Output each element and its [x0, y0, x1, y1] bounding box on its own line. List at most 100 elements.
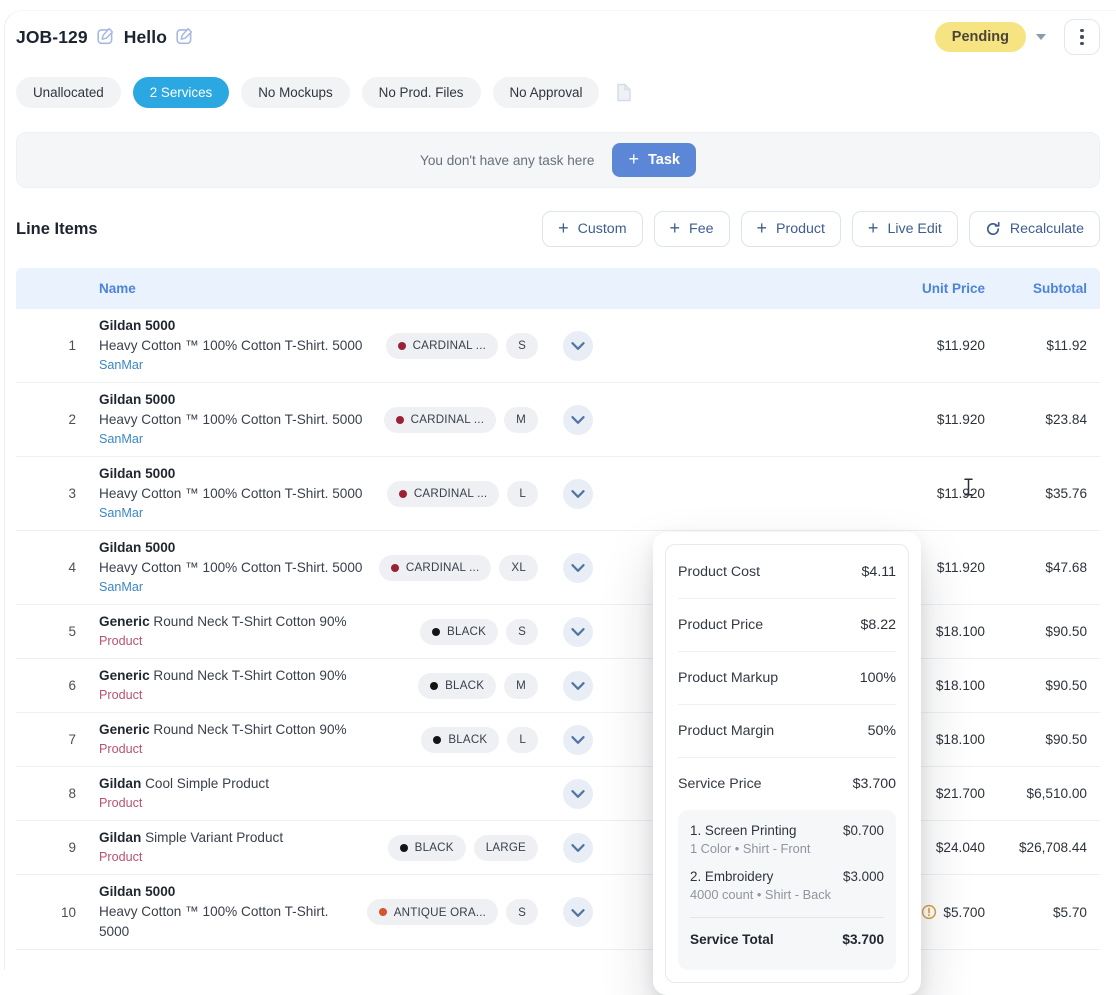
vendor-link[interactable]: SanMar: [99, 578, 371, 597]
status-badge[interactable]: Pending: [935, 22, 1026, 52]
expand-row-button[interactable]: [563, 671, 593, 701]
add-task-button[interactable]: + Task: [612, 143, 696, 177]
action-label: Fee: [689, 221, 713, 237]
vendor-link[interactable]: SanMar: [99, 504, 379, 523]
more-actions-button[interactable]: [1064, 19, 1100, 55]
size-chip: LARGE: [474, 835, 538, 861]
product-name-cell: Gildan Simple Variant Product Product: [99, 828, 388, 867]
subtotal-value: $90.50: [1045, 678, 1100, 693]
line-items-actions: +Custom+Fee+Product+Live EditRecalculate: [542, 211, 1100, 247]
action-label: Recalculate: [1010, 221, 1084, 237]
expand-row-button[interactable]: [563, 897, 593, 927]
filter-chip-no-prod-files[interactable]: No Prod. Files: [362, 77, 481, 108]
filter-chip-no-mockups[interactable]: No Mockups: [241, 77, 349, 108]
stat-label: Service Price: [678, 776, 762, 792]
size-chip: XL: [499, 555, 538, 581]
product-title: Round Neck T-Shirt Cotton 90%: [153, 614, 346, 629]
add-task-label: Task: [648, 152, 680, 168]
vendor-link[interactable]: Product: [99, 740, 413, 759]
line-item-row: 5 Generic Round Neck T-Shirt Cotton 90% …: [16, 605, 1100, 659]
vendor-link[interactable]: Product: [99, 848, 380, 867]
product-brand: Generic: [99, 722, 150, 737]
expand-row-button[interactable]: [563, 725, 593, 755]
services-breakdown-box: 1. Screen Printing$0.7001 Color • Shirt …: [678, 810, 896, 970]
vendor-link[interactable]: Product: [99, 632, 412, 651]
plus-icon: +: [757, 219, 768, 237]
vendor-link[interactable]: SanMar: [99, 430, 376, 449]
color-dot: [391, 564, 399, 572]
column-header-subtotal: Subtotal: [1033, 281, 1100, 296]
subtotal-value: $90.50: [1045, 624, 1100, 639]
service-description: 4000 count • Shirt - Back: [690, 887, 884, 902]
edit-job-title-button[interactable]: [176, 27, 194, 48]
status-caret-icon[interactable]: [1036, 34, 1046, 40]
product-description: Heavy Cotton ™ 100% Cotton T-Shirt. 5000: [99, 336, 378, 356]
color-dot: [398, 342, 406, 350]
add-custom-button[interactable]: +Custom: [542, 211, 642, 247]
line-items-table: Name Unit Price Subtotal 1 Gildan 5000 H…: [16, 268, 1100, 950]
product-name-cell: Gildan 5000 Heavy Cotton ™ 100% Cotton T…: [99, 464, 387, 523]
size-chip: S: [506, 899, 538, 925]
expand-row-button[interactable]: [563, 331, 593, 361]
line-item-row: 2 Gildan 5000 Heavy Cotton ™ 100% Cotton…: [16, 383, 1100, 457]
line-item-row: 10 Gildan 5000 Heavy Cotton ™ 100% Cotto…: [16, 875, 1100, 950]
chevron-down-icon: [571, 905, 585, 920]
stat-row-product-cost: Product Cost $4.11: [678, 545, 896, 598]
expand-row-button[interactable]: [563, 553, 593, 583]
action-label: Custom: [578, 221, 627, 237]
stat-row-product-price: Product Price$8.22: [678, 598, 896, 651]
unit-price-value: $21.700: [936, 786, 985, 801]
vendor-link[interactable]: Product: [99, 686, 410, 705]
unit-price-value: $5.700: [921, 904, 985, 920]
line-items-header: Line Items +Custom+Fee+Product+Live Edit…: [16, 209, 1100, 249]
product-brand: Gildan 5000: [99, 392, 175, 407]
service-total-row: Service Total $3.700: [690, 918, 884, 960]
chevron-down-icon: [571, 732, 585, 747]
line-items-title: Line Items: [16, 220, 98, 239]
chevron-down-icon: [571, 412, 585, 427]
product-brand: Gildan 5000: [99, 318, 175, 333]
stat-label: Product Cost: [678, 564, 760, 580]
stat-value: $4.11: [862, 564, 896, 580]
expand-row-button[interactable]: [563, 617, 593, 647]
subtotal-value: $35.76: [1045, 486, 1100, 501]
service-description: 1 Color • Shirt - Front: [690, 841, 884, 856]
filter-chip-unallocated[interactable]: Unallocated: [16, 77, 121, 108]
size-chip: L: [507, 727, 538, 753]
size-chip: S: [506, 619, 538, 645]
add-live-edit-button[interactable]: +Live Edit: [852, 211, 958, 247]
line-item-row: 3 Gildan 5000 Heavy Cotton ™ 100% Cotton…: [16, 457, 1100, 531]
kebab-dot: [1080, 29, 1083, 32]
chevron-down-icon: [571, 338, 585, 353]
chevron-down-icon: [571, 678, 585, 693]
add-fee-button[interactable]: +Fee: [654, 211, 730, 247]
product-brand: Gildan 5000: [99, 540, 175, 555]
color-chip: ANTIQUE ORA...: [367, 899, 498, 925]
variant-chips: BLACKM: [418, 673, 550, 699]
add-recalculate-button[interactable]: Recalculate: [969, 211, 1100, 247]
expand-row-button[interactable]: [563, 833, 593, 863]
add-product-button[interactable]: +Product: [741, 211, 841, 247]
vendor-link[interactable]: SanMar: [99, 356, 378, 375]
service-price: $0.700: [843, 823, 884, 838]
edit-job-code-button[interactable]: [97, 27, 115, 48]
filter-chip-2-services[interactable]: 2 Services: [133, 77, 230, 108]
vendor-link[interactable]: Product: [99, 794, 530, 813]
product-title: Cool Simple Product: [145, 776, 269, 791]
color-chip: BLACK: [421, 727, 499, 753]
filter-chip-no-approval[interactable]: No Approval: [493, 77, 600, 108]
size-chip: M: [504, 407, 538, 433]
product-title: Simple Variant Product: [145, 830, 283, 845]
chevron-down-icon: [571, 486, 585, 501]
stat-value: $3.700: [853, 776, 896, 792]
expand-row-button[interactable]: [563, 479, 593, 509]
expand-row-button[interactable]: [563, 779, 593, 809]
line-item-row: 4 Gildan 5000 Heavy Cotton ™ 100% Cotton…: [16, 531, 1100, 605]
product-brand: Gildan: [99, 776, 141, 791]
color-chip: CARDINAL ...: [379, 555, 491, 581]
product-name-cell: Generic Round Neck T-Shirt Cotton 90% Pr…: [99, 612, 420, 651]
chevron-down-icon: [571, 840, 585, 855]
product-description: Heavy Cotton ™ 100% Cotton T-Shirt. 5000: [99, 410, 376, 430]
column-header-name: Name: [99, 281, 550, 296]
expand-row-button[interactable]: [563, 405, 593, 435]
